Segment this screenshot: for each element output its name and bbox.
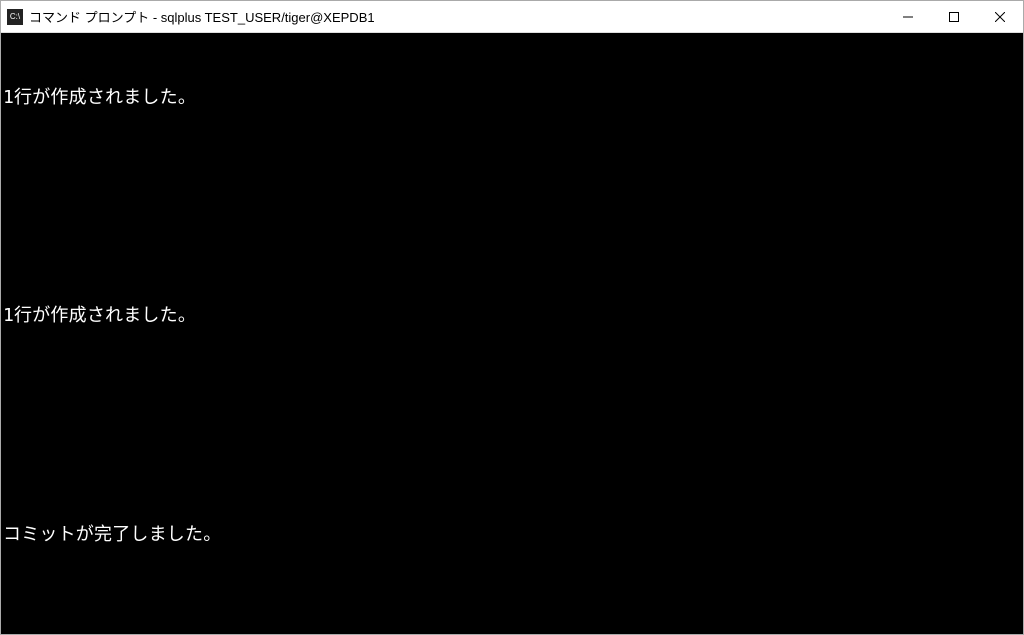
app-icon: C:\	[7, 9, 23, 25]
close-icon	[995, 12, 1005, 22]
output-line	[3, 377, 1021, 401]
app-icon-label: C:\	[10, 13, 20, 21]
minimize-icon	[903, 12, 913, 22]
maximize-button[interactable]	[931, 1, 977, 32]
maximize-icon	[949, 12, 959, 22]
window-titlebar[interactable]: C:\ コマンド プロンプト - sqlplus TEST_USER/tiger…	[1, 1, 1023, 33]
close-button[interactable]	[977, 1, 1023, 32]
output-line	[3, 158, 1021, 182]
minimize-button[interactable]	[885, 1, 931, 32]
window-title: コマンド プロンプト - sqlplus TEST_USER/tiger@XEP…	[29, 7, 885, 26]
output-line	[3, 231, 1021, 255]
command-prompt-window: C:\ コマンド プロンプト - sqlplus TEST_USER/tiger…	[0, 0, 1024, 635]
console-area[interactable]: 1行が作成されました。 1行が作成されました。 コミットが完了しました。 Ora…	[1, 33, 1023, 634]
window-controls	[885, 1, 1023, 32]
output-line	[3, 596, 1021, 620]
output-line: 1行が作成されました。	[3, 304, 1021, 328]
output-line: コミットが完了しました。	[3, 523, 1021, 547]
output-line: 1行が作成されました。	[3, 86, 1021, 110]
output-line	[3, 450, 1021, 474]
